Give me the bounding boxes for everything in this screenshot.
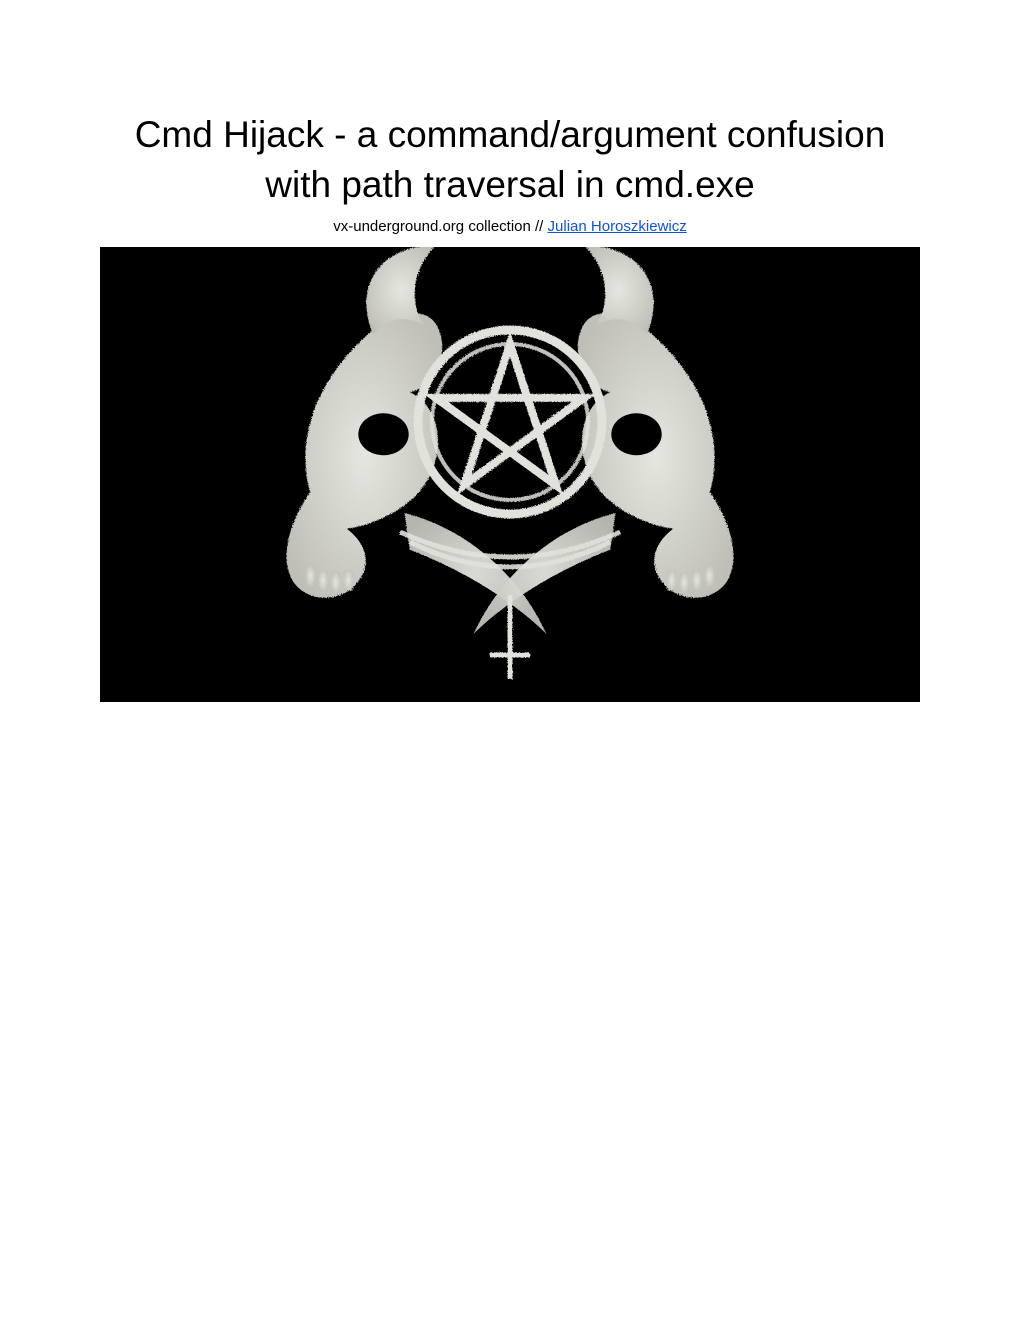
hero-image <box>100 247 920 702</box>
skulls-pentagram-cross-icon <box>100 247 920 702</box>
byline-prefix: vx-underground.org collection // <box>333 218 547 235</box>
byline: vx-underground.org collection // Julian … <box>100 218 920 235</box>
author-link[interactable]: Julian Horoszkiewicz <box>548 218 687 235</box>
page-title: Cmd Hijack - a command/argument confusio… <box>100 110 920 210</box>
